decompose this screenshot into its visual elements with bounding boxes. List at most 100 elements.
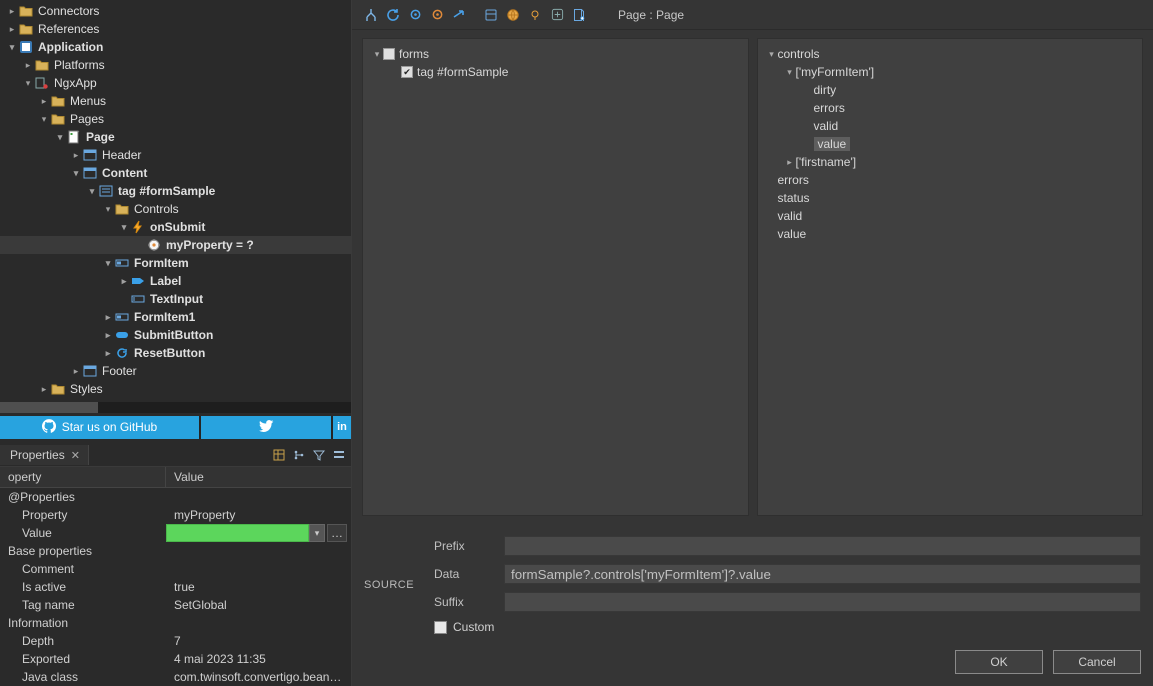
suffix-input[interactable] [504,592,1141,612]
custom-checkbox[interactable] [434,621,447,634]
property-row[interactable]: @Properties [0,488,351,506]
linkedin-button[interactable]: in [333,416,351,438]
tree-row[interactable]: ▸ResetButton [0,344,351,362]
property-row[interactable]: Value▾… [0,524,351,542]
tree-row[interactable]: ▸References [0,20,351,38]
dropdown-icon[interactable]: ▾ [309,524,325,542]
properties-header-value[interactable]: Value [166,467,351,487]
twitter-button[interactable] [201,416,333,438]
properties-tab[interactable]: Properties ✕ [0,445,89,465]
expand-arrow-icon[interactable]: ▾ [102,200,114,218]
ok-button[interactable]: OK [955,650,1043,674]
tool-pin-icon[interactable] [526,6,544,24]
tree-row[interactable]: ▾Application [0,38,351,56]
expand-arrow-icon[interactable]: ▾ [70,164,82,182]
checkbox[interactable] [383,48,395,60]
property-row[interactable]: Information [0,614,351,632]
expand-arrow-icon[interactable]: ▾ [6,38,18,56]
expand-arrow-icon[interactable]: ▾ [38,110,50,128]
picker-row[interactable]: errors [762,171,1139,189]
property-row[interactable]: Depth7 [0,632,351,650]
tree-row[interactable]: ▸Styles [0,380,351,398]
picker-row[interactable]: value [762,135,1139,153]
picker-row[interactable]: ✔tag #formSample [367,63,744,81]
property-row[interactable]: Java classcom.twinsoft.convertigo.beans.… [0,668,351,686]
picker-row[interactable]: ▸['firstname'] [762,153,1139,171]
property-row[interactable]: Comment [0,560,351,578]
expand-arrow-icon[interactable]: ▸ [70,146,82,164]
tree-row[interactable]: ▾onSubmit [0,218,351,236]
picker-row[interactable]: ▾forms [367,45,744,63]
expand-arrow-icon[interactable]: ▸ [102,308,114,326]
browse-button[interactable]: … [327,524,347,542]
property-value-input[interactable] [166,524,309,542]
tree-row[interactable]: myProperty = ? [0,236,351,254]
tool-share-icon[interactable] [450,6,468,24]
expand-arrow-icon[interactable]: ▾ [102,254,114,272]
tree-row[interactable]: ▸Header [0,146,351,164]
cancel-button[interactable]: Cancel [1053,650,1141,674]
tool-gear-blue-icon[interactable] [406,6,424,24]
tool-db-icon[interactable] [482,6,500,24]
property-value[interactable]: ▾… [166,524,351,542]
project-tree[interactable]: ▸Connectors▸References▾Application▸Platf… [0,0,351,398]
close-icon[interactable]: ✕ [71,449,80,462]
picker-row[interactable]: status [762,189,1139,207]
expand-arrow-icon[interactable]: ▾ [22,74,34,92]
tool-branch-icon[interactable] [362,6,380,24]
tree-row[interactable]: ▸Footer [0,362,351,380]
property-row[interactable]: Tag nameSetGlobal [0,596,351,614]
expand-arrow-icon[interactable]: ▾ [766,49,778,60]
picker-row[interactable]: value [762,225,1139,243]
tree-row[interactable]: ▸Menus [0,92,351,110]
property-row[interactable]: PropertymyProperty [0,506,351,524]
tree-row[interactable]: ▸Label [0,272,351,290]
picker-row[interactable]: valid [762,207,1139,225]
tool-gear-orange-icon[interactable] [428,6,446,24]
picker-forms[interactable]: ▾forms✔tag #formSample [362,38,749,516]
picker-row[interactable]: ▾controls [762,45,1139,63]
expand-arrow-icon[interactable]: ▸ [102,344,114,362]
picker-row[interactable]: ▾['myFormItem'] [762,63,1139,81]
properties-header-property[interactable]: operty [0,467,166,487]
tree-row[interactable]: ▸Connectors [0,2,351,20]
tree-row[interactable]: ▸SubmitButton [0,326,351,344]
picker-row[interactable]: valid [762,117,1139,135]
expand-arrow-icon[interactable]: ▸ [70,362,82,380]
tree-row[interactable]: ▸Platforms [0,56,351,74]
expand-arrow-icon[interactable]: ▸ [38,380,50,398]
properties-table[interactable]: @PropertiesPropertymyPropertyValue▾…Base… [0,488,351,686]
props-tool-filter-icon[interactable] [311,447,327,463]
data-input[interactable] [504,564,1141,584]
property-row[interactable]: Base properties [0,542,351,560]
tree-row[interactable]: ▾Pages [0,110,351,128]
tree-row[interactable]: ▾FormItem [0,254,351,272]
property-row[interactable]: Exported4 mai 2023 11:35 [0,650,351,668]
tree-row[interactable]: TextInput [0,290,351,308]
props-tool-tree-icon[interactable] [291,447,307,463]
picker-row[interactable]: dirty [762,81,1139,99]
tree-row[interactable]: ▾Page [0,128,351,146]
tool-globe-icon[interactable] [504,6,522,24]
expand-arrow-icon[interactable]: ▾ [86,182,98,200]
checkbox[interactable]: ✔ [401,66,413,78]
horizontal-scrollbar[interactable] [0,402,351,413]
tree-row[interactable]: ▸FormItem1 [0,308,351,326]
prefix-input[interactable] [504,536,1141,556]
expand-arrow-icon[interactable]: ▸ [6,2,18,20]
star-github-button[interactable]: Star us on GitHub [0,416,201,438]
props-tool-settings-icon[interactable] [331,447,347,463]
picker-controls[interactable]: ▾controls▾['myFormItem']dirtyerrorsvalid… [757,38,1144,516]
tool-plus-icon[interactable] [548,6,566,24]
tool-refresh-icon[interactable] [384,6,402,24]
expand-arrow-icon[interactable]: ▸ [6,20,18,38]
expand-arrow-icon[interactable]: ▾ [784,67,796,78]
expand-arrow-icon[interactable]: ▸ [784,157,796,168]
picker-row[interactable]: errors [762,99,1139,117]
expand-arrow-icon[interactable]: ▸ [22,56,34,74]
property-row[interactable]: Is activetrue [0,578,351,596]
tree-row[interactable]: ▾tag #formSample [0,182,351,200]
expand-arrow-icon[interactable]: ▾ [54,128,66,146]
expand-arrow-icon[interactable]: ▸ [38,92,50,110]
scrollbar-thumb[interactable] [0,402,98,413]
